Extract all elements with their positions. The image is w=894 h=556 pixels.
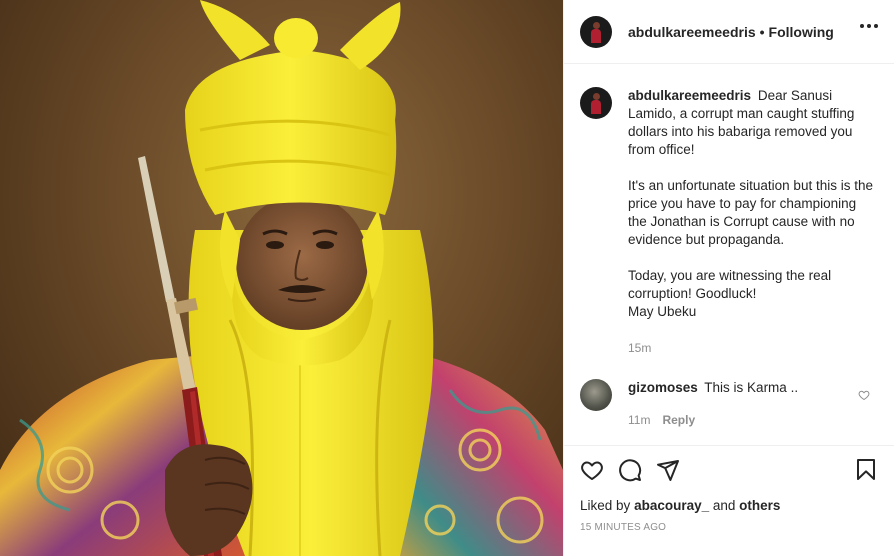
share-icon[interactable] — [656, 458, 680, 482]
comments-section[interactable]: abdulkareemeedris Dear Sanusi Lamido, a … — [564, 65, 894, 445]
post-header: abdulkareemeedris • Following — [564, 0, 894, 64]
post-timestamp[interactable]: 15 MINUTES AGO — [580, 522, 878, 533]
following-button[interactable]: Following — [769, 24, 834, 40]
caption-paragraph-3: Today, you are witnessing the real corru… — [628, 268, 832, 319]
instagram-post: abdulkareemeedris • Following abdulkareeme… — [0, 0, 894, 556]
likes-prefix: Liked by — [580, 498, 631, 513]
comment-item: gizomoses This is Karma .. 11m Reply — [580, 379, 878, 429]
commenter-avatar[interactable] — [580, 379, 612, 411]
post-photo-illustration — [0, 0, 563, 556]
reply-button[interactable]: Reply — [662, 411, 695, 429]
bookmark-icon[interactable] — [854, 458, 878, 482]
caption-age: 15m — [628, 341, 652, 355]
post-caption: abdulkareemeedris Dear Sanusi Lamido, a … — [580, 87, 878, 357]
caption-body: abdulkareemeedris Dear Sanusi Lamido, a … — [628, 87, 878, 357]
likes-others-link[interactable]: others — [739, 498, 780, 513]
post-image[interactable] — [0, 0, 563, 556]
comment-text: This is Karma .. — [704, 380, 799, 395]
author-avatar[interactable] — [580, 15, 612, 48]
comment-like-heart-icon[interactable] — [858, 389, 870, 401]
post-actions: Liked by abacouray_ and others 15 MINUTE… — [564, 445, 894, 533]
comment-username[interactable]: gizomoses — [628, 380, 698, 395]
action-icons — [580, 456, 878, 484]
author-line: abdulkareemeedris • Following — [628, 24, 834, 40]
comment-age: 11m — [628, 413, 651, 427]
caption-avatar[interactable] — [580, 87, 612, 119]
likes-summary: Liked by abacouray_ and others — [580, 498, 878, 513]
likes-joiner: and — [712, 498, 736, 513]
liker-username[interactable]: abacouray_ — [634, 498, 709, 513]
comment-meta: 11m Reply — [628, 411, 798, 429]
comment-body: gizomoses This is Karma .. 11m Reply — [628, 379, 798, 429]
comment-icon[interactable] — [618, 458, 642, 482]
caption-paragraph-2: It's an unfortunate situation but this i… — [628, 178, 873, 247]
post-details-panel: abdulkareemeedris • Following abdulkareeme… — [563, 0, 894, 556]
author-username[interactable]: abdulkareemeedris — [628, 24, 756, 40]
separator-dot: • — [759, 23, 765, 40]
caption-username[interactable]: abdulkareemeedris — [628, 88, 751, 103]
more-options-icon[interactable] — [860, 24, 878, 28]
heart-icon[interactable] — [580, 458, 604, 482]
caption-paragraph-1: abdulkareemeedris Dear Sanusi Lamido, a … — [628, 87, 878, 159]
